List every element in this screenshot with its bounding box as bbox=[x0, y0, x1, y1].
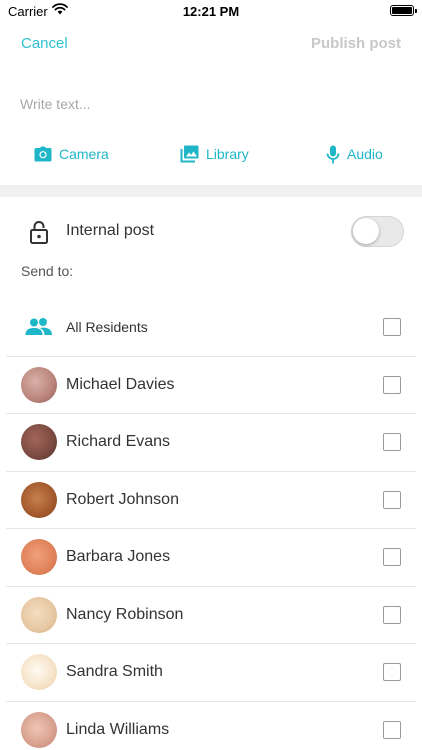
recipient-checkbox[interactable] bbox=[383, 433, 401, 451]
internal-post-toggle[interactable] bbox=[351, 216, 404, 247]
write-text-input[interactable] bbox=[20, 92, 400, 116]
list-item[interactable]: Nancy Robinson bbox=[6, 587, 416, 644]
recipient-name: All Residents bbox=[66, 319, 148, 335]
recipient-checkbox[interactable] bbox=[383, 663, 401, 681]
recipient-checkbox[interactable] bbox=[383, 318, 401, 336]
list-item[interactable]: All Residents bbox=[6, 299, 416, 357]
avatar bbox=[21, 654, 57, 690]
group-icon bbox=[25, 318, 52, 335]
audio-button[interactable]: Audio bbox=[326, 143, 383, 165]
recipient-name: Nancy Robinson bbox=[66, 605, 184, 623]
avatar bbox=[21, 366, 57, 403]
publish-post-button[interactable]: Publish post bbox=[311, 35, 401, 52]
microphone-icon bbox=[326, 145, 340, 163]
cancel-button[interactable]: Cancel bbox=[21, 35, 68, 52]
status-time: 12:21 PM bbox=[182, 4, 240, 19]
section-separator bbox=[0, 185, 422, 197]
camera-icon bbox=[34, 146, 52, 162]
toggle-knob bbox=[353, 218, 379, 244]
list-item[interactable]: Linda Williams bbox=[6, 702, 416, 750]
recipient-name: Linda Williams bbox=[66, 720, 170, 738]
recipient-name: Sandra Smith bbox=[66, 663, 163, 680]
internal-post-label: Internal post bbox=[66, 222, 155, 239]
avatar bbox=[21, 481, 57, 518]
camera-label: Camera bbox=[59, 146, 109, 162]
library-label: Library bbox=[206, 146, 249, 162]
recipient-checkbox[interactable] bbox=[383, 605, 401, 624]
audio-label: Audio bbox=[347, 146, 383, 162]
avatar bbox=[21, 596, 57, 633]
list-item[interactable]: Sandra Smith bbox=[6, 644, 416, 702]
list-item[interactable]: Robert Johnson bbox=[6, 472, 416, 529]
list-item[interactable]: Richard Evans bbox=[6, 414, 416, 472]
recipient-checkbox[interactable] bbox=[383, 490, 401, 509]
recipient-name: Robert Johnson bbox=[66, 490, 179, 508]
recipient-name: Michael Davies bbox=[66, 375, 175, 393]
lock-icon bbox=[30, 221, 48, 244]
photo-library-icon bbox=[180, 145, 199, 163]
recipient-list: All Residents Michael Davies Richard Eva… bbox=[0, 299, 422, 750]
recipient-name: Barbara Jones bbox=[66, 548, 171, 565]
recipient-checkbox[interactable] bbox=[383, 720, 401, 739]
list-item[interactable]: Michael Davies bbox=[6, 357, 416, 414]
send-to-label: Send to: bbox=[21, 263, 74, 279]
avatar bbox=[21, 424, 57, 460]
recipient-name: Richard Evans bbox=[66, 433, 171, 450]
battery-icon bbox=[390, 5, 417, 16]
recipient-checkbox[interactable] bbox=[383, 548, 401, 566]
camera-button[interactable]: Camera bbox=[34, 143, 109, 165]
avatar bbox=[21, 711, 57, 748]
list-item[interactable]: Barbara Jones bbox=[6, 529, 416, 587]
recipient-checkbox[interactable] bbox=[383, 375, 401, 394]
library-button[interactable]: Library bbox=[180, 143, 249, 165]
status-bar: Carrier 12:21 PM bbox=[0, 0, 422, 22]
avatar bbox=[21, 539, 57, 575]
